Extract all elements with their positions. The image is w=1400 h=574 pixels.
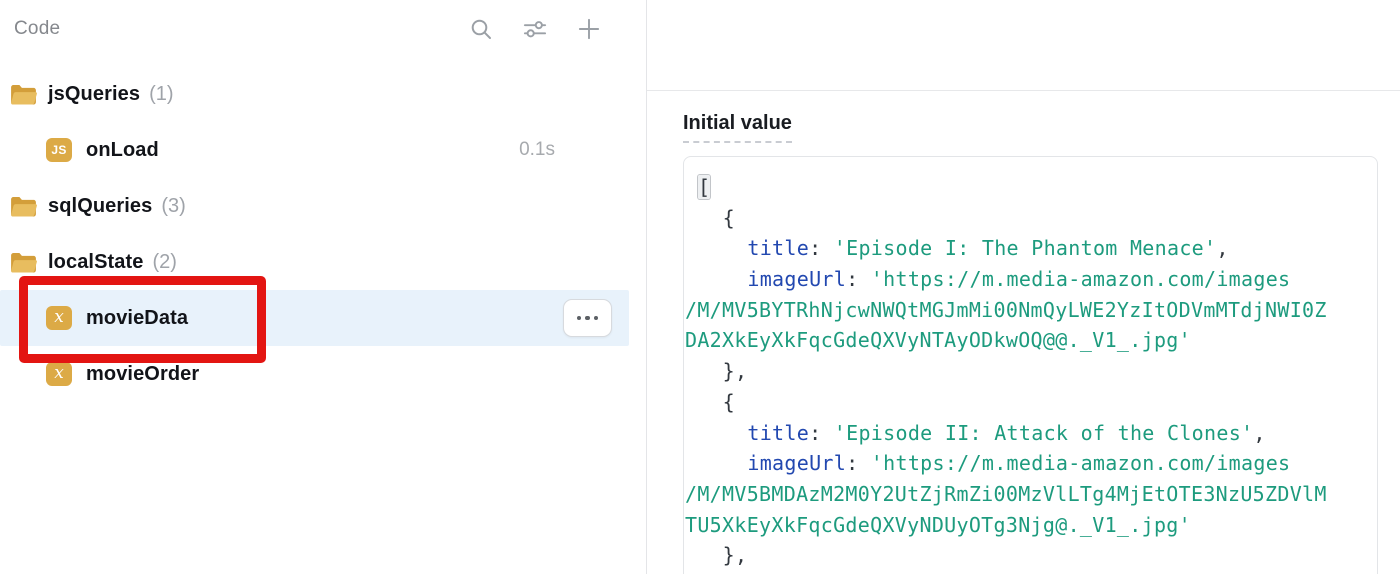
inspector-panel: Initial value [ { title: 'Episode I: The… <box>646 0 1400 574</box>
tree-item-label: movieData <box>86 307 188 330</box>
tree-item-label: sqlQueries <box>48 195 152 218</box>
code-line: /M/MV5BMDAzM2M0Y2UtZjRmZi00MzVlLTg4MjEtO… <box>685 479 1367 510</box>
code-line: imageUrl: 'https://m.media-amazon.com/im… <box>698 448 1367 479</box>
tree-item-label: jsQueries <box>48 83 140 106</box>
panel-title: Code <box>14 18 60 40</box>
dot <box>594 316 599 321</box>
code-line: title: 'Episode I: The Phantom Menace', <box>698 233 1367 264</box>
item-count: (3) <box>161 195 185 218</box>
folder-icon <box>10 196 37 217</box>
add-icon[interactable] <box>577 17 601 41</box>
code-line: }, <box>698 356 1367 387</box>
code-panel-header: Code <box>0 0 645 58</box>
app-window: Code jsQueries (1) JS onLoad 0.1s sqlQueries (… <box>0 0 1400 574</box>
filter-icon[interactable] <box>523 17 547 41</box>
code-line: title: 'Episode II: Attack of the Clones… <box>698 418 1367 449</box>
tree-item-sqlQueries[interactable]: sqlQueries (3) <box>0 178 645 234</box>
tree-item-localState[interactable]: localState (2) <box>0 234 645 290</box>
code-line: [ <box>698 172 1367 203</box>
tree-item-movieOrder[interactable]: x movieOrder <box>0 346 645 402</box>
run-time: 0.1s <box>519 139 555 161</box>
search-icon[interactable] <box>469 17 493 41</box>
row-overflow-menu-button[interactable] <box>563 299 612 337</box>
folder-icon <box>10 84 37 105</box>
tree-item-label: localState <box>48 251 143 274</box>
tree-item-onLoad[interactable]: JS onLoad 0.1s <box>0 122 645 178</box>
code-line: TU5XkEyXkFqcGdeQXVyNDUyOTg3Njg@._V1_.jpg… <box>685 510 1367 541</box>
code-line: { <box>698 387 1367 418</box>
item-count: (1) <box>149 83 173 106</box>
code-line: }, <box>698 540 1367 571</box>
initial-value-editor[interactable]: [ { title: 'Episode I: The Phantom Menac… <box>683 156 1378 574</box>
inspector-body: Initial value [ { title: 'Episode I: The… <box>647 91 1400 574</box>
code-panel: Code jsQueries (1) JS onLoad 0.1s sqlQueries (… <box>0 0 645 574</box>
code-tree: jsQueries (1) JS onLoad 0.1s sqlQueries (3) loc… <box>0 58 645 402</box>
state-variable-icon: x <box>46 306 72 330</box>
tree-item-label: movieOrder <box>86 363 199 386</box>
code-line: DA2XkEyXkFqcGdeQXVyNTAyODkwOQ@@._V1_.jpg… <box>685 325 1367 356</box>
state-variable-icon: x <box>46 362 72 386</box>
inspector-header-area <box>647 0 1400 91</box>
tree-item-movieData[interactable]: x movieData <box>0 290 629 346</box>
dot <box>577 316 582 321</box>
dot <box>585 316 590 321</box>
tree-item-label: onLoad <box>86 139 159 162</box>
initial-value-label: Initial value <box>683 112 792 143</box>
code-line: { <box>698 203 1367 234</box>
code-line: imageUrl: 'https://m.media-amazon.com/im… <box>698 264 1367 295</box>
tree-item-jsQueries[interactable]: jsQueries (1) <box>0 66 645 122</box>
panel-toolbar <box>469 17 601 41</box>
code-line: /M/MV5BYTRhNjcwNWQtMGJmMi00NmQyLWE2YzItO… <box>685 295 1367 326</box>
item-count: (2) <box>152 251 176 274</box>
js-query-icon: JS <box>46 138 72 162</box>
folder-icon <box>10 252 37 273</box>
